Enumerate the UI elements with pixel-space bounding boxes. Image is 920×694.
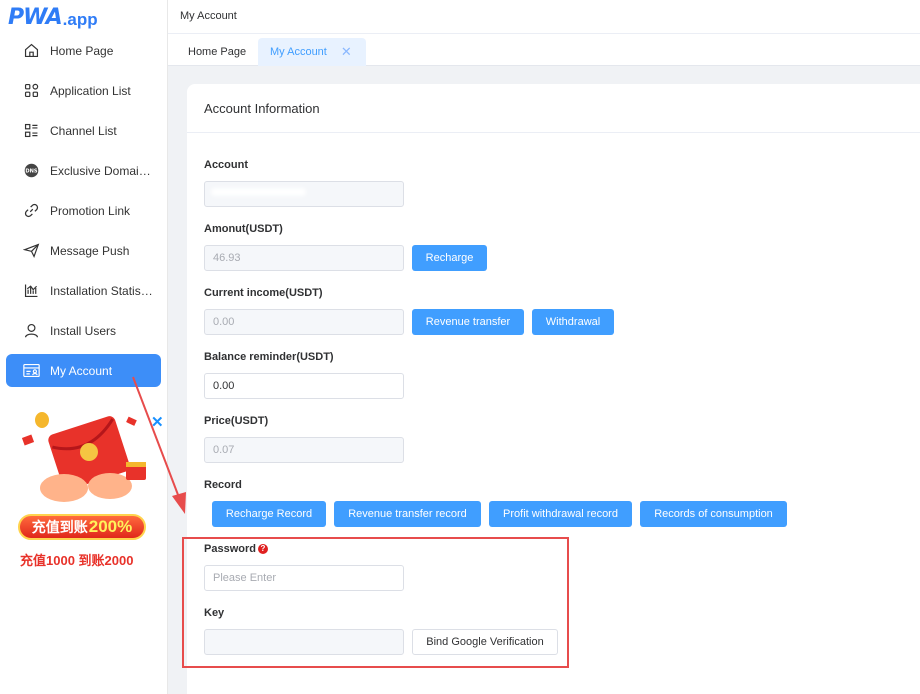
income-label: Current income(USDT): [204, 287, 323, 299]
sidebar-item-promotion-link[interactable]: Promotion Link: [6, 194, 161, 227]
sidebar-item-exclusive-domain[interactable]: DNS Exclusive Domain Name: [6, 154, 161, 187]
link-icon: [21, 201, 41, 221]
logo[interactable]: PWA .app: [8, 4, 98, 30]
annotation-highlight-box: [182, 537, 569, 668]
price-input[interactable]: 0.07: [204, 437, 404, 463]
logo-sub-text: .app: [62, 10, 98, 29]
top-header: My Account: [168, 0, 920, 34]
ad-banner: 充值到账 200%: [18, 514, 146, 540]
ad-subtitle: 充值1000 到账2000: [20, 553, 134, 568]
recharge-record-button[interactable]: Recharge Record: [212, 501, 326, 527]
sidebar-item-install-users[interactable]: Install Users: [6, 314, 161, 347]
tab-label: My Account: [270, 46, 327, 58]
promo-ad[interactable]: ✕ 充值到账 200% 充值1000 到账2000: [14, 406, 164, 572]
sidebar-item-message-push[interactable]: Message Push: [6, 234, 161, 267]
tab-label: Home Page: [188, 46, 247, 58]
close-icon[interactable]: ✕: [341, 44, 352, 60]
sidebar-item-home-page[interactable]: Home Page: [6, 34, 161, 67]
sidebar-item-installation-statistics[interactable]: Installation Statistics: [6, 274, 161, 307]
price-value: 0.07: [213, 444, 235, 456]
withdrawal-button[interactable]: Withdrawal: [532, 309, 614, 335]
consumption-records-button[interactable]: Records of consumption: [640, 501, 787, 527]
sidebar-item-channel-list[interactable]: Channel List: [6, 114, 161, 147]
home-icon: [21, 41, 41, 61]
price-label: Price(USDT): [204, 415, 269, 427]
sidebar-item-application-list[interactable]: Application List: [6, 74, 161, 107]
record-label: Record: [204, 479, 242, 491]
revenue-transfer-record-button[interactable]: Revenue transfer record: [334, 501, 481, 527]
sidebar-item-label: Installation Statistics: [50, 283, 154, 298]
red-envelope-illustration: [21, 412, 146, 502]
sidebar-item-my-account[interactable]: My Account: [6, 354, 161, 387]
tab-home-page[interactable]: Home Page: [176, 38, 258, 66]
card-title: Account Information: [187, 84, 920, 133]
ad-banner-text: 充值到账: [31, 519, 88, 535]
list-icon: [21, 121, 41, 141]
balance-reminder-label: Balance reminder(USDT): [204, 351, 334, 363]
breadcrumb: My Account: [180, 10, 237, 22]
sidebar-item-label: Promotion Link: [50, 203, 131, 218]
profit-withdrawal-record-button[interactable]: Profit withdrawal record: [489, 501, 632, 527]
income-value: 0.00: [213, 316, 235, 328]
tab-bar: Home Page My Account ✕: [168, 34, 920, 66]
recharge-button[interactable]: Recharge: [412, 245, 487, 271]
amount-value: 46.93: [213, 252, 241, 264]
ad-banner-percent: 200%: [88, 517, 133, 536]
amount-label: Amonut(USDT): [204, 223, 283, 235]
account-label: Account: [204, 159, 248, 171]
account-input[interactable]: [204, 181, 404, 207]
tab-my-account[interactable]: My Account ✕: [258, 38, 366, 66]
revenue-transfer-button[interactable]: Revenue transfer: [412, 309, 524, 335]
balance-reminder-input[interactable]: 0.00: [204, 373, 404, 399]
close-icon[interactable]: ✕: [151, 413, 164, 431]
apps-icon: [21, 81, 41, 101]
svg-text:DNS: DNS: [25, 169, 37, 175]
balance-reminder-value: 0.00: [213, 380, 235, 392]
sidebar-item-label: Message Push: [50, 243, 130, 258]
logo-main-text: PWA: [8, 5, 63, 30]
dns-icon: DNS: [21, 161, 41, 181]
amount-input[interactable]: 46.93: [204, 245, 404, 271]
sidebar-item-label: Home Page: [50, 43, 114, 58]
sidebar: PWA .app Home Page Application List Chan…: [0, 0, 168, 694]
account-card-icon: [21, 361, 41, 381]
sidebar-item-label: Exclusive Domain Name: [50, 163, 154, 178]
chart-icon: [21, 281, 41, 301]
send-icon: [21, 241, 41, 261]
redacted-blur: [211, 188, 306, 196]
sidebar-item-label: My Account: [50, 363, 113, 378]
sidebar-item-label: Channel List: [50, 123, 117, 138]
sidebar-nav: Home Page Application List Channel List …: [6, 34, 161, 394]
sidebar-item-label: Application List: [50, 83, 131, 98]
user-icon: [21, 321, 41, 341]
income-input[interactable]: 0.00: [204, 309, 404, 335]
sidebar-item-label: Install Users: [50, 323, 117, 338]
